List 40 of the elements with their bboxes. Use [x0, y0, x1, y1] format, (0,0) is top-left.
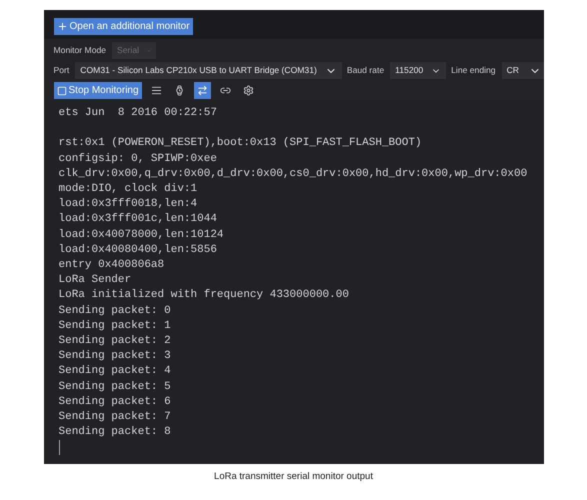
console-line: load:0x40078000,len:10124: [58, 228, 224, 243]
console-line: clk_drv:0x00,q_drv:0x00,d_drv:0x00,cs0_drv:0x00,hd_drv:0x00,wp_drv:0x00: [58, 166, 528, 182]
square-icon: [56, 86, 66, 96]
console-line: Sending packet: 1: [58, 318, 171, 334]
open-monitor-button[interactable]: Open an additional monitor: [54, 18, 193, 35]
console-line: load:0x40080400,len:5856: [58, 242, 217, 258]
console-line: Sending packet: 0: [58, 304, 171, 319]
console-line: configsip: 0, SPIWP:0xee: [58, 152, 217, 167]
console-line: load:0x3fff0018,len:4: [58, 197, 198, 212]
console-line: ets Jun 8 2016 00:22:57: [58, 106, 217, 121]
console-line: mode:DIO, clock div:1: [58, 182, 198, 197]
dropdown[interactable]: CR: [502, 62, 544, 79]
link-icon: [220, 85, 231, 96]
console-line: load:0x3fff001c,len:1044: [58, 212, 217, 228]
console-line: Sending packet: 3: [58, 349, 171, 364]
watch-icon: [174, 85, 185, 96]
console-line: Sending packet: 5: [58, 380, 171, 395]
console-line: LoRa initialized with frequency 433000000.00: [58, 288, 349, 304]
field-label: Baud rate: [346, 64, 384, 77]
caption: LoRa transmitter serial monitor output: [214, 470, 373, 484]
dropdown[interactable]: COM31 - Silicon Labs CP210x USB to UART Bridge (COM31): [75, 62, 342, 79]
field-label: Port: [54, 64, 70, 77]
console-line: Sending packet: 6: [58, 394, 171, 410]
console-line: Sending packet: 4: [58, 364, 171, 380]
field-label: Monitor Mode: [54, 44, 106, 57]
lines-icon: [150, 85, 162, 96]
text-cursor: [58, 440, 60, 456]
plus-icon: [56, 21, 68, 32]
console-line: entry 0x400806a8: [58, 258, 164, 274]
arrows-icon: [196, 85, 208, 96]
dropdown[interactable]: 115200: [390, 62, 446, 79]
field-label: Line ending: [451, 64, 496, 77]
console-line: Sending packet: 8: [58, 425, 171, 440]
settings-icon: [242, 85, 254, 96]
stop-monitoring-button[interactable]: Stop Monitoring: [54, 82, 142, 99]
console-line: Sending packet: 7: [58, 410, 171, 426]
console-line: Sending packet: 2: [58, 334, 171, 350]
console-line: LoRa Sender: [58, 273, 132, 288]
console-line: rst:0x1 (POWERON_RESET),boot:0x13 (SPI_FAST_FLASH_BOOT): [58, 136, 422, 152]
toolbar-button[interactable]: [194, 82, 211, 99]
